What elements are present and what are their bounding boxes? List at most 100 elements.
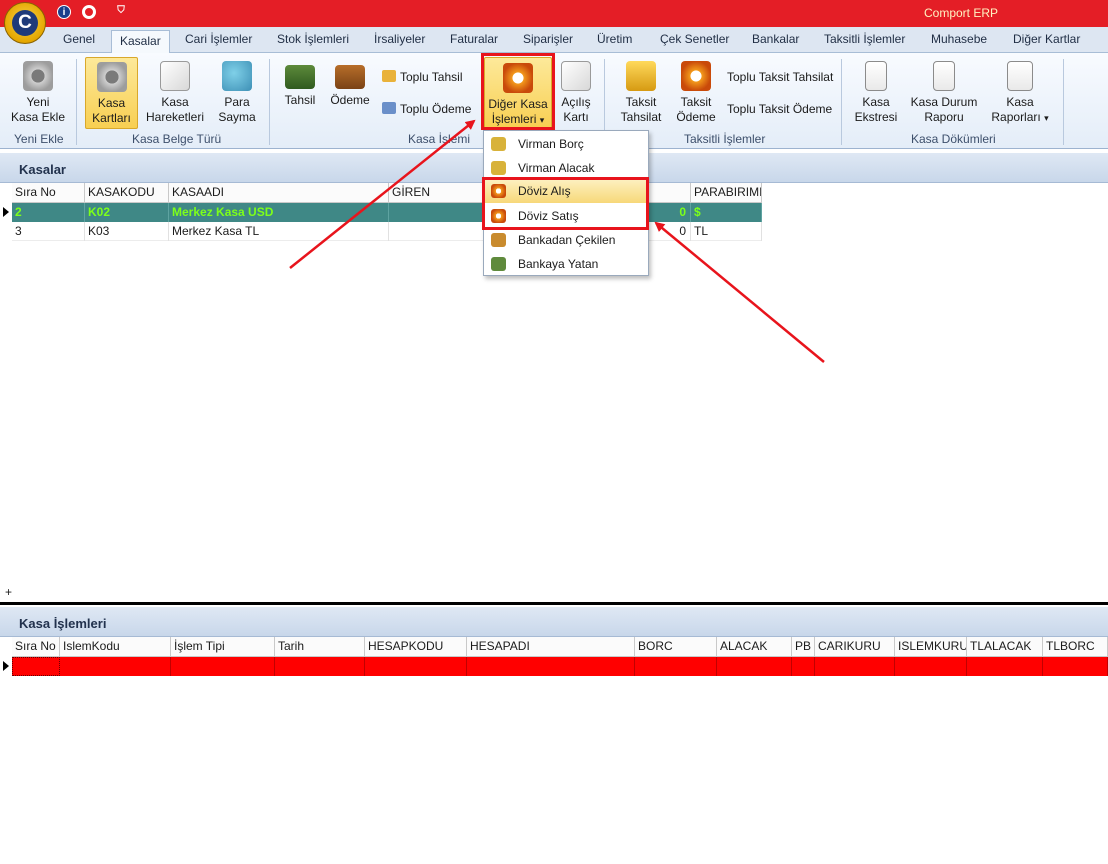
splitter[interactable] [0, 602, 1108, 605]
col-header-islemkodu[interactable]: IslemKodu [60, 637, 171, 657]
cell-parabirimi: TL [691, 222, 762, 241]
kasa-hareketleri-label: Kasa Hareketleri [145, 95, 205, 124]
group-label-kasa-islemi: Kasa İşlemi [408, 132, 471, 146]
kasa-ekstresi-button[interactable]: Kasa Ekstresi [852, 61, 900, 125]
menu-item-bankaya-yatan[interactable]: Bankaya Yatan [484, 252, 648, 276]
tab-kasalar[interactable]: Kasalar [111, 30, 170, 54]
toplu-odeme-button[interactable]: Toplu Ödeme [382, 102, 471, 116]
wallet-icon [335, 65, 365, 89]
cell-tarih[interactable] [275, 657, 365, 676]
tab-uretim[interactable]: Üretim [597, 32, 632, 46]
tab-muhasebe[interactable]: Muhasebe [931, 32, 987, 46]
cell-pb[interactable] [792, 657, 815, 676]
kasa-durum-raporu-button[interactable]: Kasa Durum Raporu [908, 61, 980, 125]
toplu-taksit-tahsilat-label: Toplu Taksit Tahsilat [727, 70, 834, 84]
table-row[interactable]: 3 K03 Merkez Kasa TL 0 TL [12, 222, 762, 241]
quick-access-customize-icon[interactable]: ⛉ [114, 4, 128, 18]
installment-payment-icon [681, 61, 711, 91]
application-menu-button[interactable]: C [4, 2, 46, 44]
cell-tlborc[interactable] [1043, 657, 1108, 676]
col-header-tlalacak[interactable]: TLALACAK [967, 637, 1043, 657]
ribbon-tabs: Genel Kasalar Cari İşlemler Stok İşlemle… [0, 27, 1108, 54]
col-header-hesapkodu[interactable]: HESAPKODU [365, 637, 467, 657]
cell-islem-tipi[interactable] [171, 657, 275, 676]
col-header-alacak[interactable]: ALACAK [717, 637, 792, 657]
tahsil-button[interactable]: Tahsil [280, 65, 320, 108]
col-header-hesapadi[interactable]: HESAPADI [467, 637, 635, 657]
cell-sira-no: 3 [12, 222, 85, 241]
tab-cari-islemler[interactable]: Cari İşlemler [185, 32, 252, 46]
cash-movements-icon [160, 61, 190, 91]
tab-faturalar[interactable]: Faturalar [450, 32, 498, 46]
col-header-borc[interactable]: BORC [635, 637, 717, 657]
tab-siparisler[interactable]: Siparişler [523, 32, 573, 46]
tab-stok-islemleri[interactable]: Stok İşlemleri [277, 32, 349, 46]
col-header-islem-tipi[interactable]: İşlem Tipi [171, 637, 275, 657]
col-header-tarih[interactable]: Tarih [275, 637, 365, 657]
new-record-row[interactable] [12, 657, 1108, 676]
toplu-taksit-odeme-label: Toplu Taksit Ödeme [727, 102, 833, 116]
cell-hesapkodu[interactable] [365, 657, 467, 676]
transfer-debit-icon [491, 137, 506, 151]
cell-parabirimi: $ [691, 203, 762, 222]
cash-money-icon [285, 65, 315, 89]
taksit-odeme-label: Taksit Ödeme [676, 95, 716, 124]
tahsil-label: Tahsil [284, 93, 316, 107]
info-icon[interactable]: i [57, 5, 71, 19]
toplu-taksit-odeme-button[interactable]: Toplu Taksit Ödeme [727, 102, 832, 116]
group-separator [269, 59, 270, 145]
tab-diger-kartlar[interactable]: Diğer Kartlar [1013, 32, 1080, 46]
kasa-raporlari-button[interactable]: Kasa Raporları ▾ [988, 61, 1052, 126]
help-lifebuoy-icon[interactable] [82, 5, 96, 19]
kasa-kartlari-button[interactable]: Kasa Kartları [85, 57, 138, 129]
group-separator [76, 59, 77, 145]
group-separator [1063, 59, 1064, 145]
col-header-parabirimi[interactable]: PARABIRIMI [691, 183, 762, 203]
cell-borc[interactable] [635, 657, 717, 676]
tab-cek-senetler[interactable]: Çek Senetler [660, 32, 729, 46]
tab-genel[interactable]: Genel [63, 32, 95, 46]
yeni-kasa-ekle-button[interactable]: Yeni Kasa Ekle [10, 61, 66, 125]
kasa-durum-raporu-label: Kasa Durum Raporu [910, 95, 978, 124]
row-indicator-icon [3, 661, 9, 671]
cell-kasaadi: Merkez Kasa USD [169, 203, 389, 222]
para-sayma-button[interactable]: Para Sayma [212, 61, 262, 125]
cell-carikuru[interactable] [815, 657, 895, 676]
col-header-kasaadi[interactable]: KASAADI [169, 183, 389, 203]
col-header-sira-no[interactable]: Sıra No [12, 637, 60, 657]
col-header-tlborc[interactable]: TLBORC [1043, 637, 1108, 657]
table-row[interactable]: 2 K02 Merkez Kasa USD 0 $ [12, 203, 762, 222]
kasa-islemleri-grid[interactable]: Sıra No IslemKodu İşlem Tipi Tarih HESAP… [0, 637, 1108, 864]
col-header-carikuru[interactable]: CARIKURU [815, 637, 895, 657]
menu-item-virman-borc[interactable]: Virman Borç [484, 132, 648, 156]
kasa-hareketleri-button[interactable]: Kasa Hareketleri [144, 61, 206, 125]
tab-bankalar[interactable]: Bankalar [752, 32, 799, 46]
taksit-odeme-button[interactable]: Taksit Ödeme [672, 61, 720, 125]
cell-hesapadi[interactable] [467, 657, 635, 676]
taksit-tahsilat-button[interactable]: Taksit Tahsilat [616, 61, 666, 125]
group-separator [841, 59, 842, 145]
col-header-pb[interactable]: PB [792, 637, 815, 657]
col-header-kasakodu[interactable]: KASAKODU [85, 183, 169, 203]
cell-islemkodu[interactable] [60, 657, 171, 676]
col-header-sira-no[interactable]: Sıra No [12, 183, 85, 203]
odeme-label: Ödeme [330, 93, 370, 107]
cell-tlalacak[interactable] [967, 657, 1043, 676]
toplu-tahsil-button[interactable]: Toplu Tahsil [382, 70, 462, 84]
cell-sira-no: 2 [12, 203, 85, 222]
new-row-icon[interactable]: + [5, 585, 12, 599]
chevron-down-icon: ▾ [1044, 113, 1049, 123]
cell-islemkuru[interactable] [895, 657, 967, 676]
tab-irsaliyeler[interactable]: İrsaliyeler [374, 32, 425, 46]
cell-sira-no[interactable] [12, 657, 60, 676]
col-header-islemkuru[interactable]: ISLEMKURU [895, 637, 967, 657]
odeme-button[interactable]: Ödeme [328, 65, 372, 108]
cell-kasaadi: Merkez Kasa TL [169, 222, 389, 241]
menu-item-bankadan-cekilen[interactable]: Bankadan Çekilen [484, 228, 648, 252]
kasa-ekstresi-label: Kasa Ekstresi [854, 95, 898, 124]
toplu-taksit-tahsilat-button[interactable]: Toplu Taksit Tahsilat [727, 70, 833, 84]
menu-item-label: Virman Alacak [518, 161, 595, 175]
acilis-karti-button[interactable]: Açılış Kartı [558, 61, 594, 125]
tab-taksitli-islemler[interactable]: Taksitli İşlemler [824, 32, 905, 46]
cell-alacak[interactable] [717, 657, 792, 676]
